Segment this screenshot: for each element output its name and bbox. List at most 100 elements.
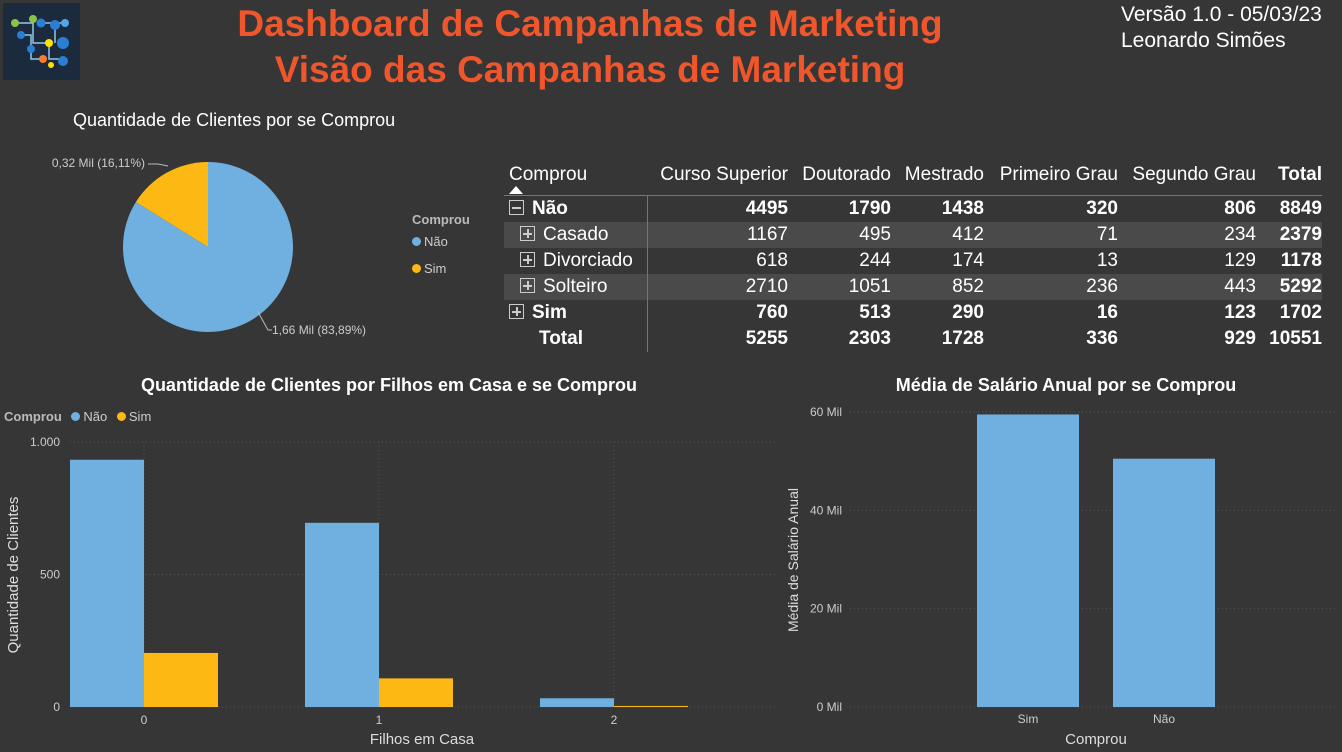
expand-icon[interactable] <box>509 304 524 319</box>
legend-dot-nao <box>412 237 421 246</box>
matrix-row-label: Sim <box>504 300 648 326</box>
expand-icon[interactable] <box>520 252 535 267</box>
bar-nao-1[interactable] <box>305 522 379 707</box>
table-row[interactable]: Não 4495 1790 1438 320 806 8849 <box>504 195 1322 222</box>
matrix-row-label: Casado <box>504 222 648 248</box>
salary-chart-xlabel: Comprou <box>1065 731 1127 748</box>
bar-legend-sim[interactable]: Sim <box>116 409 151 424</box>
matrix-col-doutorado[interactable]: Doutorado <box>788 155 891 196</box>
y-tick-label: 1.000 <box>30 435 60 449</box>
matrix-cell: 244 <box>859 250 891 271</box>
matrix-cell: 16 <box>1096 302 1118 323</box>
version-label: Versão 1.0 - 05/03/23 <box>1121 3 1322 26</box>
matrix-cell: 8849 <box>1279 198 1322 219</box>
matrix-cell: 852 <box>891 274 984 300</box>
legend-dot-sim <box>116 412 126 421</box>
salary-chart-ylabel: Média de Salário Anual <box>785 488 801 632</box>
matrix-cell: 1051 <box>788 274 891 300</box>
legend-dot-nao <box>71 412 81 421</box>
sort-ascending-icon[interactable] <box>509 186 523 194</box>
matrix-col-segundo-grau[interactable]: Segundo Grau <box>1118 155 1256 196</box>
matrix-col-mestrado[interactable]: Mestrado <box>891 155 984 196</box>
bar-legend-title: Comprou <box>4 409 62 424</box>
matrix-row-label: Total <box>504 326 648 352</box>
y-tick-label: 500 <box>40 568 60 582</box>
salary-chart[interactable]: Sim Não 0 Mil 20 Mil 40 Mil 60 Mil Comprou M… <box>780 400 1342 752</box>
matrix-cell: 1167 <box>647 222 788 248</box>
pie-chart-title: Quantidade de Clientes por se Comprou <box>73 110 396 130</box>
matrix-cell: 1178 <box>1280 250 1322 271</box>
x-tick-label: 1 <box>376 713 383 727</box>
matrix-cell: 5292 <box>1256 274 1322 300</box>
bar-chart-ylabel: Quantidade de Clientes <box>5 497 22 654</box>
matrix-cell: 10551 <box>1269 328 1322 349</box>
pie-legend-sim[interactable]: Sim <box>412 261 446 276</box>
matrix-cell: 443 <box>1118 274 1256 300</box>
dashboard-subtitle: Visão das Campanhas de Marketing <box>274 49 906 90</box>
bar-sim-2[interactable] <box>614 705 688 707</box>
pie-label-nao: 1,66 Mil (83,89%) <box>272 323 366 337</box>
salary-bar-sim[interactable] <box>977 414 1079 707</box>
x-tick-label: 0 <box>141 713 148 727</box>
matrix-cell: 336 <box>1086 328 1118 349</box>
pie-legend-title: Comprou <box>412 212 470 227</box>
bar-nao-2[interactable] <box>540 698 614 707</box>
bar-legend-nao[interactable]: Não <box>71 409 107 424</box>
matrix-table: Comprou Curso Superior Doutorado Mestrad… <box>504 155 1322 352</box>
matrix-cell: 129 <box>1224 250 1256 271</box>
expand-icon[interactable] <box>520 226 535 241</box>
bar-chart-title: Quantidade de Clientes por Filhos em Cas… <box>140 375 638 395</box>
x-tick-label: Sim <box>1018 712 1039 726</box>
table-row[interactable]: Solteiro 2710 1051 852 236 443 5292 <box>504 274 1322 300</box>
y-tick-label: 0 Mil <box>817 700 842 714</box>
y-tick-label: 0 <box>53 700 60 714</box>
matrix-cell: 4495 <box>745 198 788 219</box>
matrix-col-curso-superior[interactable]: Curso Superior <box>647 155 788 196</box>
matrix-cell: 495 <box>788 222 891 248</box>
matrix-cell: 174 <box>952 250 984 271</box>
pie-label-sim: 0,32 Mil (16,11%) <box>52 156 145 170</box>
bar-sim-1[interactable] <box>379 678 453 707</box>
matrix-cell: 760 <box>756 302 788 323</box>
x-tick-label: Não <box>1153 712 1175 726</box>
collapse-icon[interactable] <box>509 200 524 215</box>
matrix-cell: 320 <box>1086 198 1118 219</box>
matrix-col-total[interactable]: Total <box>1256 155 1322 196</box>
dashboard-title: Dashboard de Campanhas de Marketing <box>237 3 943 44</box>
table-row[interactable]: Casado 1167 495 412 71 234 2379 <box>504 222 1322 248</box>
y-tick-label: 20 Mil <box>810 602 842 616</box>
bar-nao-0[interactable] <box>70 459 144 707</box>
expand-icon[interactable] <box>520 278 535 293</box>
legend-dot-sim <box>412 264 421 273</box>
matrix-cell: 806 <box>1224 198 1256 219</box>
matrix-row-label: Não <box>504 195 648 222</box>
matrix-cell: 618 <box>756 250 788 271</box>
bar-chart-xlabel: Filhos em Casa <box>370 731 475 748</box>
matrix-cell: 13 <box>1096 250 1118 271</box>
matrix-cell: 929 <box>1224 328 1256 349</box>
pie-legend-nao[interactable]: Não <box>412 234 448 249</box>
matrix-row-label: Solteiro <box>504 274 648 300</box>
bar-chart-legend: Comprou Não Sim <box>4 409 151 424</box>
matrix-cell: 5255 <box>745 328 788 349</box>
matrix-cell: 1702 <box>1279 302 1322 323</box>
y-tick-label: 60 Mil <box>810 405 842 419</box>
table-row[interactable]: Sim 760 513 290 16 123 1702 <box>504 300 1322 326</box>
matrix-header-row: Comprou Curso Superior Doutorado Mestrad… <box>504 155 1322 196</box>
table-row[interactable]: Total 5255 2303 1728 336 929 10551 <box>504 326 1322 352</box>
pie-leader-sim <box>148 163 169 167</box>
pie-chart[interactable]: 1,66 Mil (83,89%) 0,32 Mil (16,11%) <box>0 140 400 350</box>
author-label: Leonardo Simões <box>1121 29 1286 52</box>
bar-chart[interactable]: 0 1 2 0 500 1.000 Filhos em Casa Quantidade … <box>0 430 790 752</box>
y-tick-label: 40 Mil <box>810 503 842 517</box>
table-row[interactable]: Divorciado 618 244 174 13 129 1178 <box>504 248 1322 274</box>
matrix-cell: 236 <box>984 274 1118 300</box>
salary-chart-title: Média de Salário Anual por se Comprou <box>895 375 1237 395</box>
matrix-cell: 513 <box>859 302 891 323</box>
matrix-cell: 412 <box>891 222 984 248</box>
matrix-col-comprou[interactable]: Comprou <box>504 155 647 196</box>
bar-sim-0[interactable] <box>144 652 218 707</box>
salary-bar-não[interactable] <box>1113 458 1215 707</box>
matrix-cell: 2379 <box>1256 222 1322 248</box>
matrix-col-primeiro-grau[interactable]: Primeiro Grau <box>984 155 1118 196</box>
